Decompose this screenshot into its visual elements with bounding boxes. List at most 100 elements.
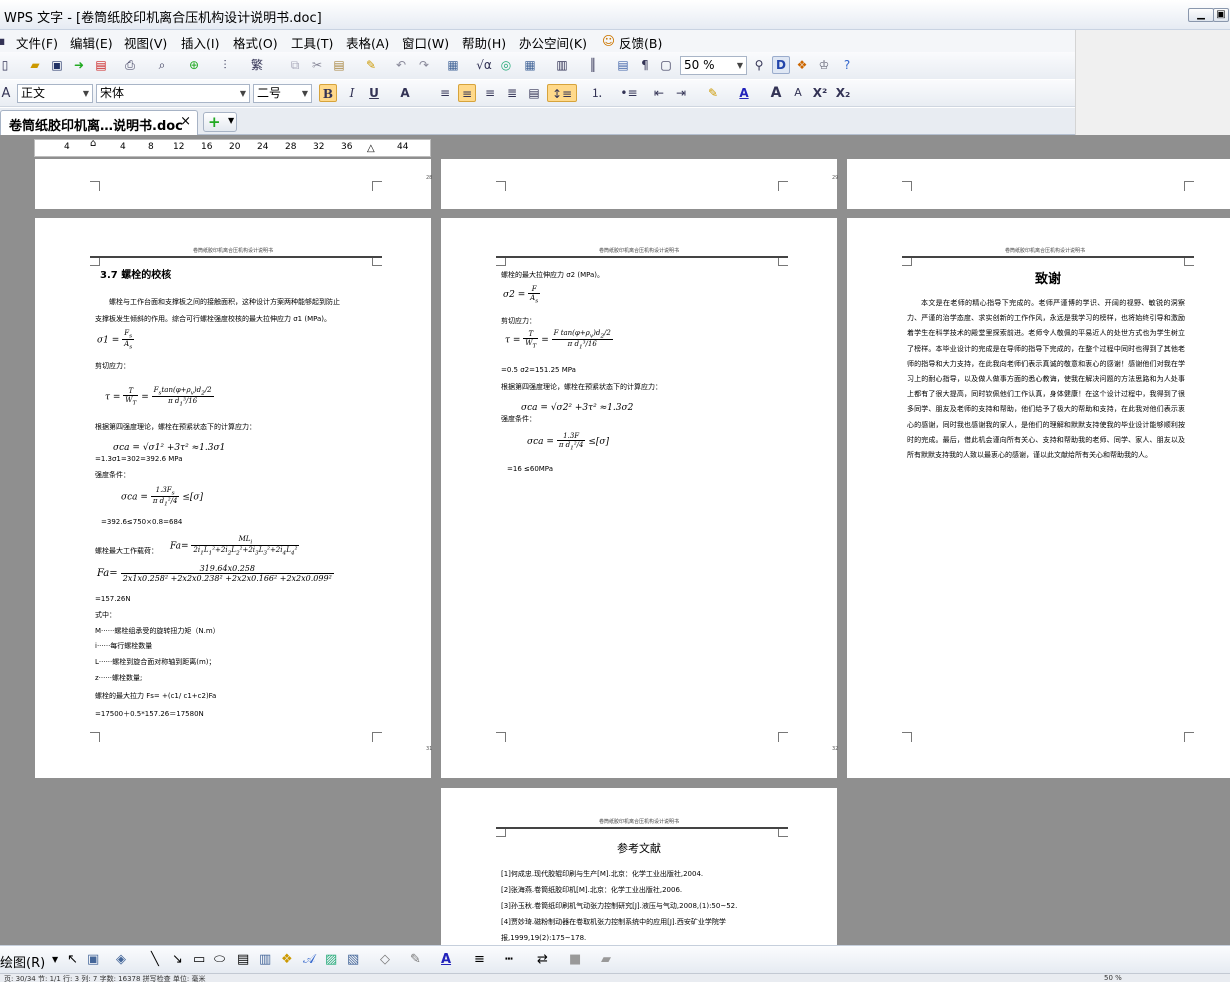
help-icon[interactable]: ?	[838, 56, 856, 74]
page-31[interactable]: 卷筒纸胶印机离合压机构设计说明书 3.7 螺栓的校核 螺栓与工作台面和支撑板之间…	[35, 218, 432, 778]
draw-menu[interactable]: 绘图(R)	[0, 952, 45, 971]
menu-format[interactable]: 格式(O)	[233, 33, 278, 52]
line-style-icon[interactable]: ≡	[474, 952, 485, 967]
menu-window[interactable]: 窗口(W)	[402, 33, 449, 52]
export-pdf-icon[interactable]: ▤	[92, 56, 110, 74]
show-hide-marks-icon[interactable]: ¶	[636, 56, 654, 74]
page-32[interactable]: 卷筒纸胶印机离合压机构设计说明书 螺栓的最大拉伸应力 σ2 (MPa)。 σ2 …	[441, 218, 838, 778]
dash-style-icon[interactable]: ┅	[505, 952, 513, 967]
page-30[interactable]	[847, 159, 1230, 209]
page-references[interactable]: 卷筒纸胶印机离合压机构设计说明书 参考文献 [1]何成忠.现代胶辊印刷与生产[M…	[441, 788, 837, 945]
horizontal-ruler[interactable]: 4 4 8 12 16 20 24 28 32 36 44 ⌂ △	[34, 138, 431, 157]
cut-icon[interactable]: ✂	[308, 56, 326, 74]
insert-table-icon[interactable]: ▦	[521, 56, 539, 74]
save-icon[interactable]: ▣	[48, 56, 66, 74]
numbering-icon[interactable]: ⒈	[588, 84, 606, 102]
table-icon[interactable]: ▦	[444, 56, 462, 74]
wordart-icon[interactable]: 𝒜	[303, 952, 315, 967]
print-icon[interactable]: ⎙	[121, 56, 139, 74]
line-spacing-icon[interactable]: ↕≡	[547, 84, 577, 102]
redo-icon[interactable]: ↷	[415, 56, 433, 74]
vertical-textbox-icon[interactable]: ▥	[259, 952, 271, 967]
close-icon[interactable]: ×	[180, 114, 191, 129]
insert-image-icon[interactable]: ▧	[347, 952, 359, 967]
drawing-icon[interactable]: ║	[584, 56, 602, 74]
picture-icon[interactable]: ▨	[325, 952, 337, 967]
line-color-icon[interactable]: ✎	[410, 952, 421, 967]
hyperlink-icon[interactable]: ◎	[497, 56, 515, 74]
font-size-select[interactable]: 二号 ▼	[253, 84, 312, 103]
decrease-indent-icon[interactable]: ⇤	[650, 84, 668, 102]
new-document-icon[interactable]: ▯	[0, 56, 14, 74]
textbox-icon[interactable]: ▤	[237, 952, 249, 967]
fill-color-icon[interactable]: ◇	[380, 952, 390, 967]
status-zoom[interactable]: 50 %	[1104, 974, 1122, 982]
autoshapes-icon[interactable]: ◈	[116, 952, 126, 967]
arrow-style-icon[interactable]: ⇄	[537, 952, 548, 967]
undo-icon[interactable]: ↶	[392, 56, 410, 74]
minimize-button[interactable]: ▁	[1188, 8, 1214, 22]
bold-icon[interactable]: B	[319, 84, 337, 102]
menu-table[interactable]: 表格(A)	[346, 33, 389, 52]
menu-tools[interactable]: 工具(T)	[291, 33, 333, 52]
formula-icon[interactable]: √α	[475, 56, 493, 74]
underline-icon[interactable]: U	[365, 84, 383, 102]
select-objects-icon[interactable]: ↖	[67, 952, 78, 967]
shrink-font-icon[interactable]: A	[789, 84, 807, 102]
ellipse-icon[interactable]: ⬭	[214, 952, 225, 967]
menu-file[interactable]: 文件(F)	[16, 33, 58, 52]
columns-icon[interactable]: ▥	[553, 56, 571, 74]
page-28[interactable]: 28	[35, 159, 432, 209]
group-icon[interactable]: ▣	[87, 952, 99, 967]
menu-insert[interactable]: 插入(I)	[181, 33, 219, 52]
increase-indent-icon[interactable]: ⇥	[672, 84, 690, 102]
arrow-icon[interactable]: ↘	[172, 952, 183, 967]
subscript-icon[interactable]: X₂	[834, 84, 852, 102]
paste-icon[interactable]: ▤	[330, 56, 348, 74]
3d-icon[interactable]: ▰	[601, 952, 611, 967]
first-indent-marker[interactable]: ⌂	[90, 138, 96, 149]
insert-icon[interactable]: ⊕	[185, 56, 203, 74]
font-select[interactable]: 宋体 ▼	[96, 84, 250, 103]
page-view-icon[interactable]: ▢	[657, 56, 675, 74]
clipart-icon[interactable]: ❖	[281, 952, 293, 967]
menu-feedback[interactable]: 反馈(B)	[619, 33, 662, 52]
grow-font-icon[interactable]: A	[767, 84, 785, 102]
distributed-align-icon[interactable]: ▤	[525, 84, 543, 102]
font-color-icon[interactable]: A	[735, 84, 753, 102]
menu-help[interactable]: 帮助(H)	[462, 33, 506, 52]
format-painter-icon[interactable]: ✎	[362, 56, 380, 74]
skin-icon[interactable]: ♔	[815, 56, 833, 74]
copy-icon[interactable]: ⧉	[286, 56, 304, 74]
chevron-down-icon[interactable]: ▼	[52, 955, 58, 964]
align-left-icon[interactable]: ≡	[436, 84, 454, 102]
align-center-icon[interactable]: ≡	[458, 84, 476, 102]
styles-pane-icon[interactable]: A	[0, 85, 15, 103]
menu-view[interactable]: 视图(V)	[124, 33, 167, 52]
print-preview-icon[interactable]: ⌕	[153, 56, 171, 74]
menu-edit[interactable]: 编辑(E)	[70, 33, 113, 52]
word-icon[interactable]: D	[772, 56, 790, 74]
justify-icon[interactable]: ≣	[503, 84, 521, 102]
highlight-icon[interactable]: ✎	[704, 84, 722, 102]
line-icon[interactable]: ╲	[151, 952, 159, 967]
restore-button[interactable]: ▣	[1213, 8, 1229, 22]
page-29[interactable]: 29	[441, 159, 838, 209]
right-indent-marker[interactable]: △	[367, 143, 375, 154]
zoom-select[interactable]: 50 % ▼	[680, 56, 747, 75]
bullets-icon[interactable]: •≡	[620, 84, 638, 102]
menu-office-space[interactable]: 办公空间(K)	[519, 33, 587, 52]
doc-menu-icon[interactable]: ▪	[0, 33, 5, 48]
open-folder-icon[interactable]: ▰	[26, 56, 44, 74]
new-tab-button[interactable]: + ▼	[203, 112, 237, 132]
style-select[interactable]: 正文 ▼	[17, 84, 93, 103]
page-break-icon[interactable]: ⫶	[216, 56, 234, 74]
char-shading-icon[interactable]: A	[396, 84, 414, 102]
align-right-icon[interactable]: ≡	[481, 84, 499, 102]
document-map-icon[interactable]: ▤	[614, 56, 632, 74]
rectangle-icon[interactable]: ▭	[193, 952, 205, 967]
send-mail-icon[interactable]: ➜	[70, 56, 88, 74]
superscript-icon[interactable]: X²	[811, 84, 829, 102]
italic-icon[interactable]: I	[343, 84, 361, 102]
template-icon[interactable]: ❖	[793, 56, 811, 74]
